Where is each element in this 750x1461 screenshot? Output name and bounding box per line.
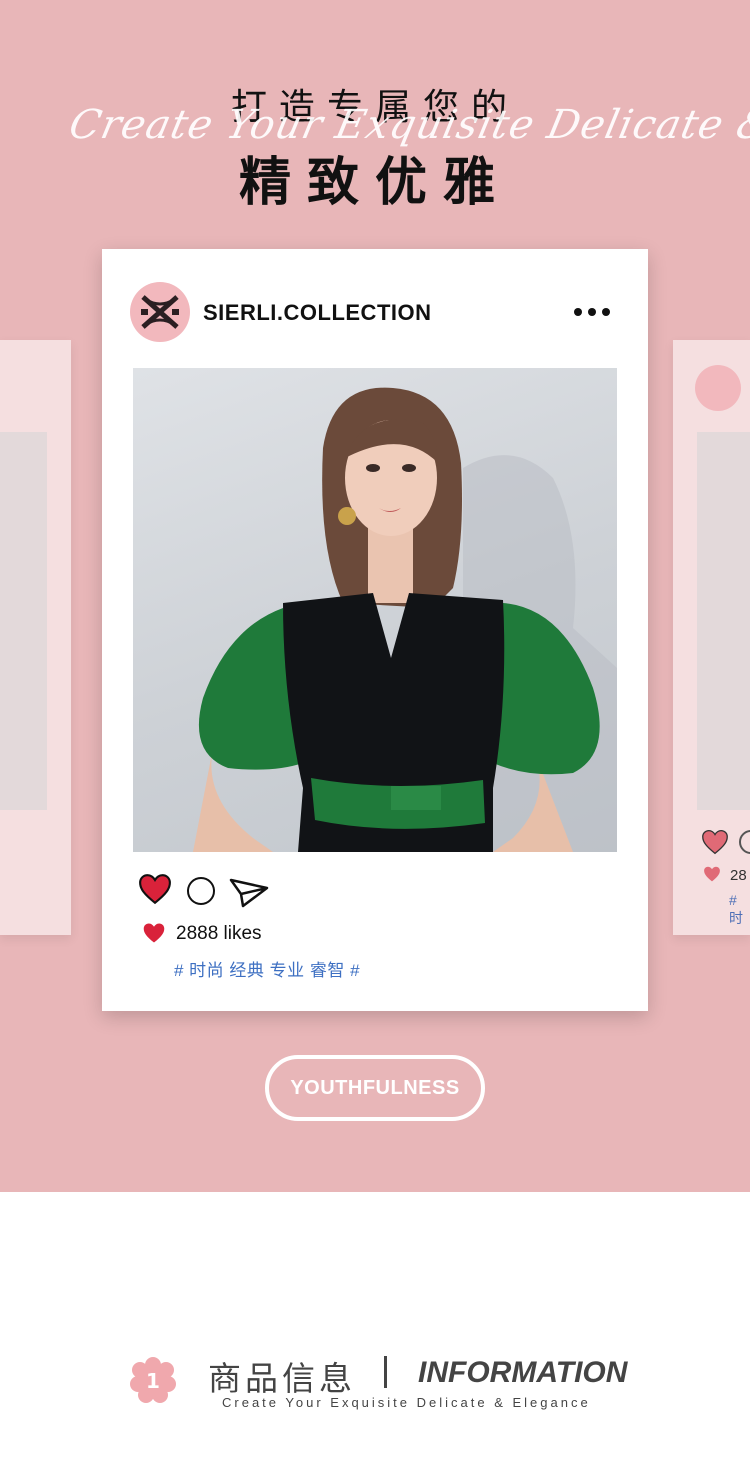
previous-post-card[interactable] bbox=[0, 340, 71, 935]
section-title-cn: 商品信息 bbox=[208, 1359, 356, 1398]
more-horizontal-icon[interactable] bbox=[574, 304, 614, 320]
youthfulness-badge[interactable]: YOUTHFULNESS bbox=[265, 1055, 485, 1121]
next-post-card[interactable]: 28 # 时 bbox=[673, 340, 750, 935]
like-heart-icon[interactable] bbox=[138, 873, 172, 905]
next-post-image bbox=[697, 432, 750, 810]
avatar[interactable] bbox=[130, 282, 190, 342]
hashtags[interactable]: # 时尚 经典 专业 睿智 # bbox=[174, 956, 360, 981]
account-handle[interactable]: SIERLI.COLLECTION bbox=[203, 300, 432, 326]
section-number: 1 bbox=[146, 1369, 160, 1393]
likes-heart-icon bbox=[143, 923, 165, 943]
previous-post-image bbox=[0, 432, 47, 810]
section-number-flower-icon: 1 bbox=[130, 1357, 176, 1403]
comment-icon[interactable] bbox=[187, 877, 215, 905]
heart-icon bbox=[702, 829, 728, 855]
brand-logo-icon bbox=[141, 295, 179, 329]
post-photo bbox=[133, 368, 617, 852]
likes-heart-icon bbox=[704, 866, 720, 882]
post-card: SIERLI.COLLECTION 2888 likes # 时尚 经典 专业 … bbox=[102, 249, 648, 1011]
likes-count: 28 bbox=[730, 867, 747, 884]
likes-count: 2888 likes bbox=[176, 923, 262, 944]
send-icon[interactable] bbox=[229, 876, 269, 908]
section-title-en: INFORMATION bbox=[418, 1356, 628, 1389]
title-divider bbox=[384, 1356, 387, 1388]
model-illustration bbox=[193, 387, 617, 852]
brand-logo-icon bbox=[695, 365, 741, 411]
hero-heading-line2: 精致优雅 bbox=[238, 153, 511, 213]
hashtags: # 时 bbox=[729, 892, 743, 926]
section-subtitle: Create Your Exquisite Delicate & Eleganc… bbox=[222, 1395, 591, 1410]
comment-icon bbox=[739, 830, 750, 854]
